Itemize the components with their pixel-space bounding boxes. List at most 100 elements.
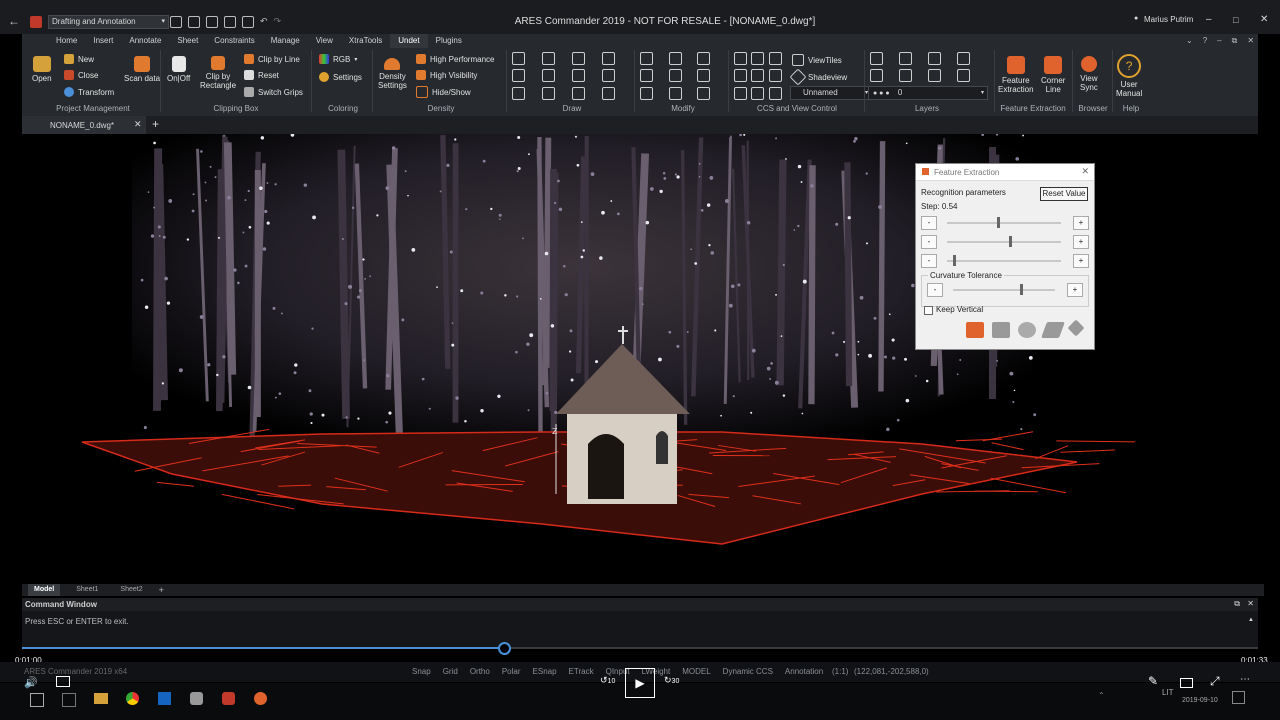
user-manual-button[interactable]: ? User Manual [1116,54,1142,98]
slider-track[interactable] [947,260,1061,262]
ribbon-tab-sheet[interactable]: Sheet [169,34,206,48]
draw-tool-icon[interactable] [512,52,525,65]
draw-tool-icon[interactable] [602,86,615,100]
ccs-tool-icon[interactable] [768,52,782,65]
ccs-tool-icon[interactable] [734,69,747,83]
transform-button[interactable]: Transform [64,87,114,97]
extract-feature-icon[interactable] [966,322,984,338]
new-tab-icon[interactable]: + [152,117,159,131]
edit-pencil-icon[interactable]: ✎ [1148,674,1158,688]
ccs-tool-icon[interactable] [751,86,765,100]
reset-button[interactable]: Reset [244,70,279,80]
status-toggle-ortho[interactable]: Ortho [470,667,490,676]
modify-tool-icon[interactable] [668,52,682,65]
view-sync-button[interactable]: View Sync [1080,56,1098,92]
scroll-up-icon[interactable]: ▲ [1248,617,1254,623]
status-toggle-annotation[interactable]: Annotation [785,667,823,676]
modify-tool-icon[interactable] [697,69,711,83]
viewtiles-button[interactable]: ViewTiles [792,54,842,66]
draw-tool-icon[interactable] [542,69,555,83]
status-toggle-polar[interactable]: Polar [502,667,521,676]
modify-tool-icon[interactable] [640,52,653,65]
new-button[interactable]: New [64,54,94,64]
status-toggle-esnap[interactable]: ESnap [533,667,557,676]
decrease-button[interactable]: - [921,254,937,268]
layer-tool-icon[interactable] [899,69,912,82]
save-icon[interactable] [206,16,218,28]
ribbon-tab-insert[interactable]: Insert [85,34,121,48]
notifications-icon[interactable] [1232,691,1245,704]
undo-icon[interactable]: ↶ [260,16,268,28]
layout-tab-sheet1[interactable]: Sheet1 [70,584,104,596]
progress-thumb[interactable] [498,642,512,655]
command-scrollbar[interactable]: ▲ [1248,614,1256,644]
ribbon-tab-plugins[interactable]: Plugins [428,34,470,48]
chrome-icon[interactable] [126,692,139,705]
modify-tool-icon[interactable] [668,86,682,100]
slider-track[interactable] [947,222,1061,224]
layer-tool-icon[interactable] [870,69,883,82]
on-off-button[interactable]: On|Off [167,56,190,83]
layer-tool-icon[interactable] [957,69,970,82]
close-button[interactable]: Close [64,70,98,80]
ccs-tool-icon[interactable] [768,69,782,83]
corner-line-button[interactable]: Corner Line [1041,56,1065,94]
user-name[interactable]: Marius Putrim [1144,15,1193,24]
status-toggle-etrack[interactable]: ETrack [569,667,594,676]
draw-tool-icon[interactable] [572,69,585,83]
redo-icon[interactable]: ↷ [274,16,282,28]
ribbon-tab-constraints[interactable]: Constraints [206,34,262,48]
ares-taskbar-icon[interactable] [222,692,235,705]
ribbon-tab-undet[interactable]: Undet [390,34,428,48]
new-file-icon[interactable] [170,16,182,28]
save-as-icon[interactable] [224,16,236,28]
play-button[interactable]: ▶ [625,668,655,698]
ribbon-tab-home[interactable]: Home [48,34,85,48]
layer-tool-icon[interactable] [957,52,970,65]
outlook-icon[interactable] [158,692,171,705]
layer-select[interactable]: ● ● ● 0 ▾ [868,86,988,100]
file-explorer-icon[interactable] [94,693,108,704]
app-icon[interactable] [190,692,203,705]
layer-tool-icon[interactable] [899,52,912,65]
layer-tool-icon[interactable] [928,52,941,65]
open-file-icon[interactable] [188,16,200,28]
rewind-button[interactable]: ↺10 [600,675,615,686]
named-view-select[interactable]: Unnamed ▾ [790,86,872,100]
print-icon[interactable] [242,16,254,28]
increase-button[interactable]: + [1073,216,1089,230]
open-button[interactable]: Open [32,56,52,83]
undet-taskbar-icon[interactable] [254,692,267,705]
slider-thumb[interactable] [952,255,956,266]
draw-tool-icon[interactable] [602,69,615,83]
feature-extraction-button[interactable]: Feature Extraction [998,56,1034,94]
chevron-down-icon[interactable]: ⌄ [1186,36,1193,46]
status-toggle-dynamic-ccs[interactable]: Dynamic CCS [723,667,773,676]
ccs-tool-icon[interactable] [768,86,782,100]
slider-thumb[interactable] [1008,236,1012,247]
parameter-slider-2[interactable]: - + [921,235,1089,249]
captions-icon[interactable] [56,676,70,687]
status-toggle-grid[interactable]: Grid [443,667,458,676]
coloring-settings-button[interactable]: Settings [319,72,362,82]
ribbon-tab-xtratools[interactable]: XtraTools [341,34,390,48]
modify-tool-icon[interactable] [697,86,711,100]
high-performance-button[interactable]: High Performance [416,54,494,64]
layout-tab-sheet2[interactable]: Sheet2 [114,584,148,596]
minimize-icon[interactable]: – [1217,36,1221,46]
ribbon-tab-annotate[interactable]: Annotate [121,34,169,48]
status-toggle-model[interactable]: MODEL [682,667,710,676]
layer-tool-icon[interactable] [928,69,941,82]
draw-tool-icon[interactable] [512,69,525,83]
ccs-tool-icon[interactable] [734,52,747,65]
layout-tab-model[interactable]: Model [28,584,61,596]
close-icon[interactable]: ✕ [1081,166,1089,177]
input-language[interactable]: LIT [1162,688,1174,697]
rgb-button[interactable]: RGB ▾ [319,54,357,64]
float-icon[interactable]: ⧉ [1234,599,1240,609]
close-icon[interactable]: ✕ [134,119,142,130]
ccs-tool-icon[interactable] [734,86,747,100]
system-date[interactable]: 2019-09-10 [1182,697,1218,704]
back-arrow-icon[interactable]: ← [8,14,20,28]
minimize-icon[interactable]: – [1206,14,1212,25]
